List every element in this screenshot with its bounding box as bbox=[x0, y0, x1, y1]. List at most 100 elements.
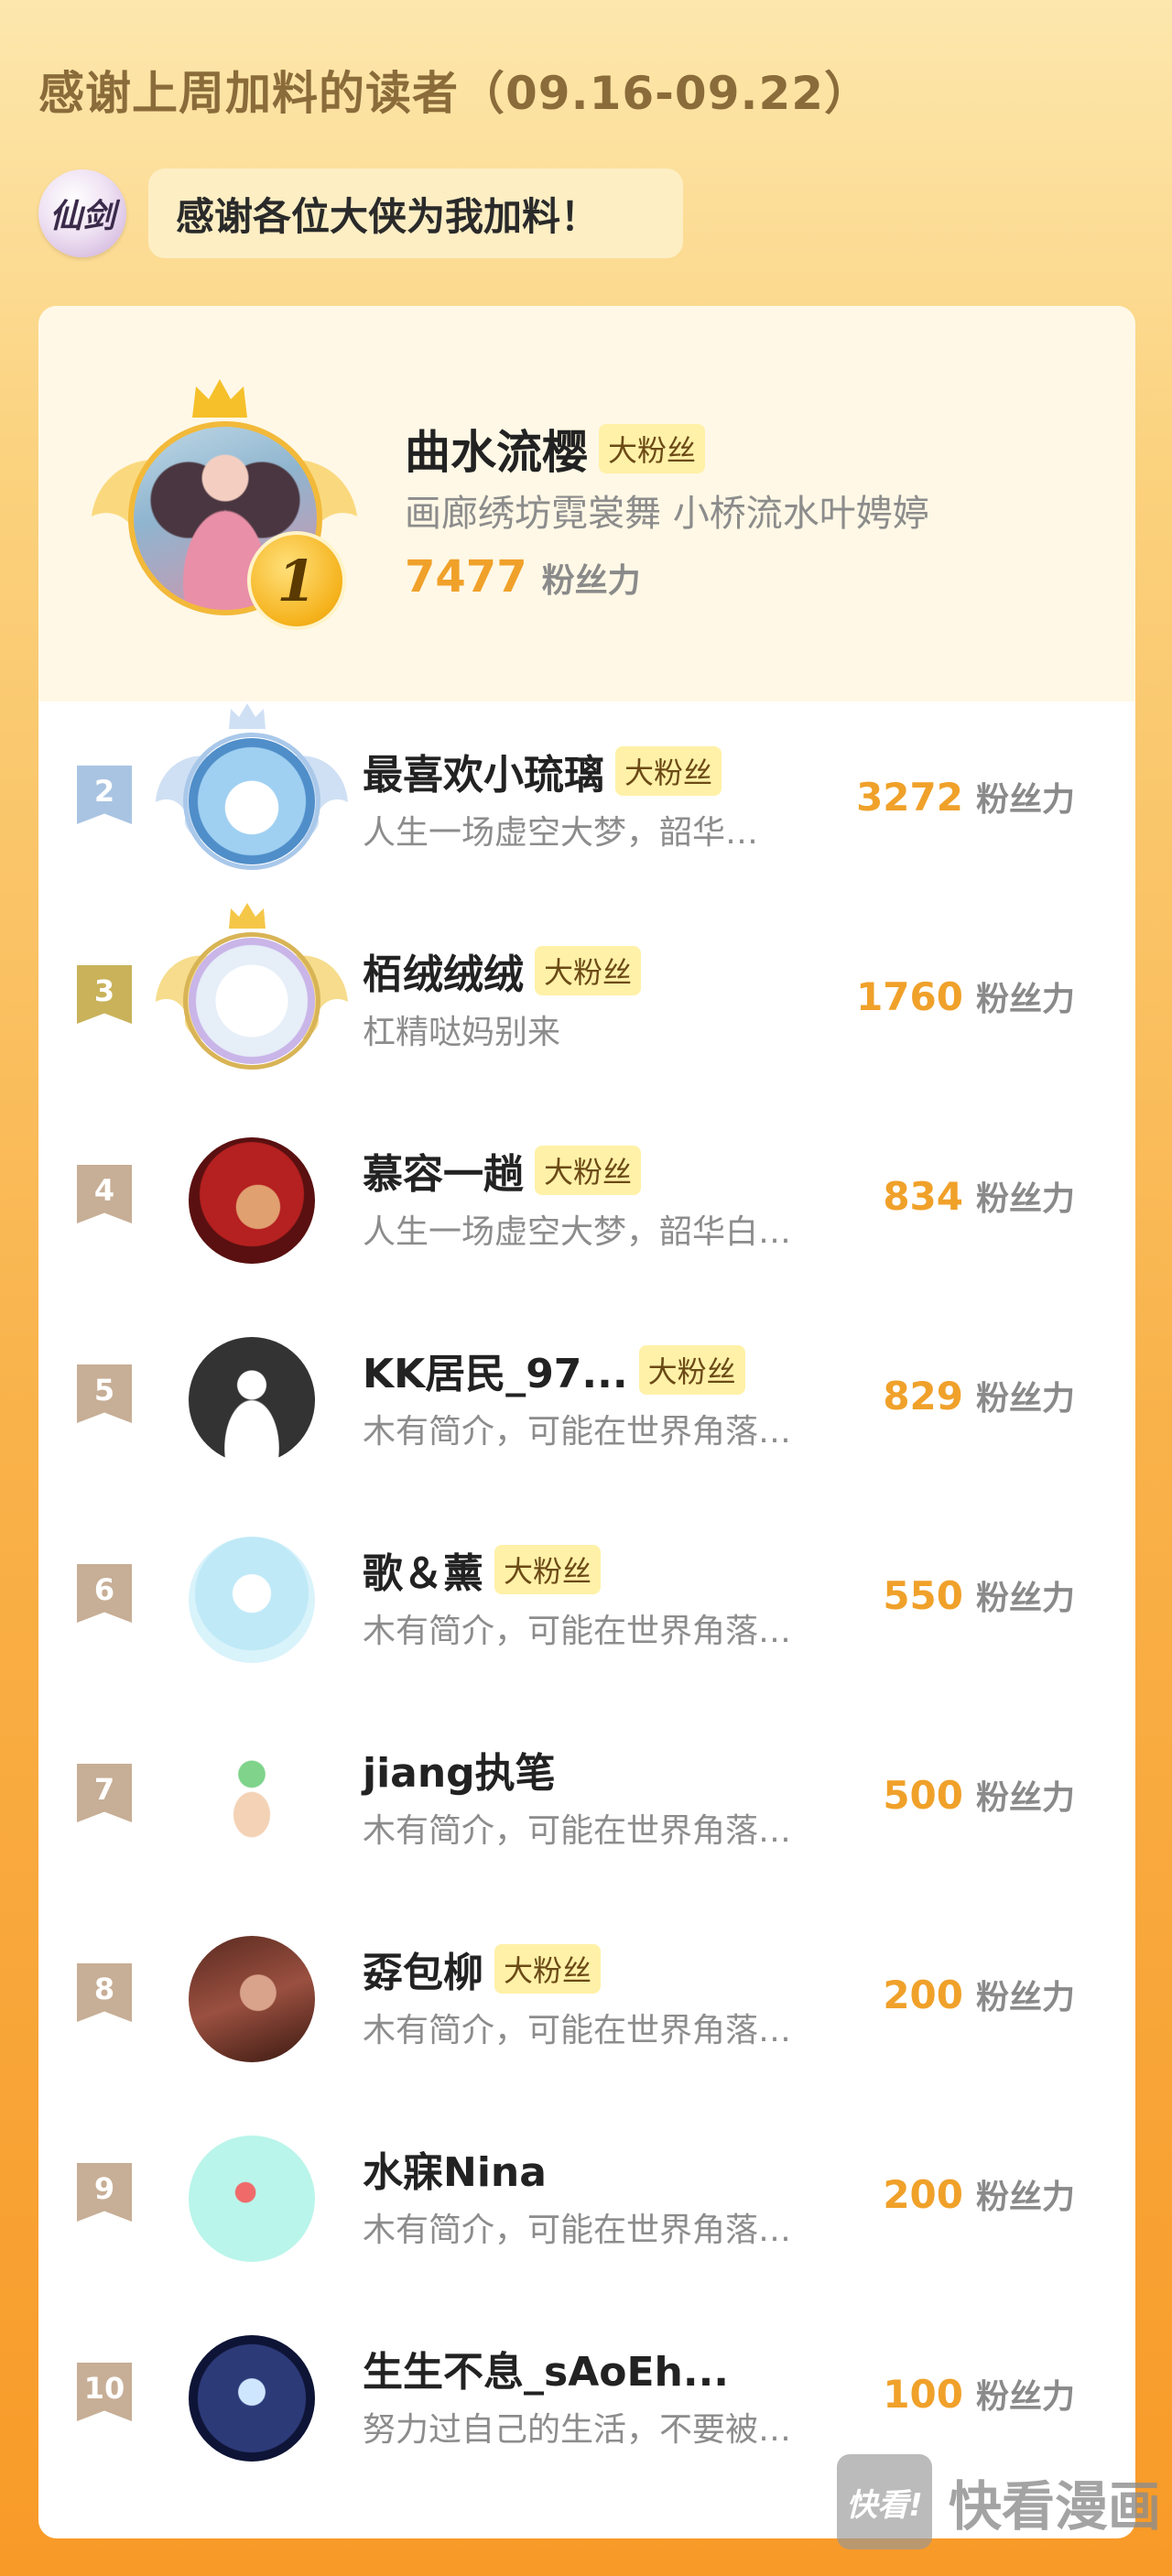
fan-name-line: KK居民_97... 大粉丝 bbox=[363, 1341, 745, 1399]
fan-name[interactable]: 歌＆薰 bbox=[363, 1540, 483, 1599]
score-unit: 粉丝力 bbox=[975, 981, 1075, 1018]
avatar[interactable] bbox=[189, 1337, 315, 1463]
watermark-logo: 快看! bbox=[837, 2454, 932, 2549]
score-unit: 粉丝力 bbox=[975, 1380, 1075, 1418]
host-avatar-logo: 仙剑 bbox=[49, 197, 115, 235]
fan-name[interactable]: 慕容一趟 bbox=[363, 1141, 524, 1200]
avatar[interactable] bbox=[189, 738, 315, 864]
fan-name[interactable]: KK居民_97... bbox=[363, 1341, 628, 1399]
fan-name-line: jiang执笔 bbox=[363, 1740, 556, 1799]
score-unit: 粉丝力 bbox=[975, 1979, 1075, 2016]
fan-score: 100 粉丝力 bbox=[883, 2370, 1075, 2418]
watermark-text: 快看漫画 bbox=[949, 2475, 1162, 2538]
fan-name[interactable]: 最喜欢小琉璃 bbox=[363, 742, 604, 800]
fan-bio: 木有简介，可能在世界角落… bbox=[363, 1413, 792, 1451]
rank-flag: 4 bbox=[77, 1165, 132, 1223]
crown-icon bbox=[229, 703, 266, 729]
avatar[interactable] bbox=[189, 1936, 315, 2062]
fan-name-line: 生生不息_sAoEh... bbox=[363, 2339, 729, 2397]
score-value: 829 bbox=[883, 1374, 963, 1418]
score-unit: 粉丝力 bbox=[975, 1580, 1075, 1617]
avatar[interactable] bbox=[189, 2136, 315, 2262]
fan-bio: 人生一场虚空大梦，韶华… bbox=[363, 814, 759, 852]
top-fan-section[interactable]: 1 曲水流樱 大粉丝 画廊绣坊霓裳舞 小桥流水叶娉婷 7477 粉丝力 bbox=[38, 306, 1135, 701]
rank-flag: 2 bbox=[77, 766, 132, 824]
ranking-card: 1 曲水流樱 大粉丝 画廊绣坊霓裳舞 小桥流水叶娉婷 7477 粉丝力 2 最喜欢… bbox=[38, 306, 1135, 2538]
fan-score: 500 粉丝力 bbox=[883, 1771, 1075, 1819]
fan-score: 200 粉丝力 bbox=[883, 2170, 1075, 2218]
rank-flag: 3 bbox=[77, 965, 132, 1024]
crown-icon bbox=[229, 903, 266, 929]
fan-tag: 大粉丝 bbox=[535, 1146, 642, 1195]
fan-bio: 画廊绣坊霓裳舞 小桥流水叶娉婷 bbox=[405, 493, 929, 535]
fan-tag: 大粉丝 bbox=[638, 1345, 745, 1395]
list-item[interactable]: 5 KK居民_97... 大粉丝木有简介，可能在世界角落… 829 粉丝力 bbox=[38, 1300, 1135, 1500]
list-item[interactable]: 6 歌＆薰 大粉丝 木有简介，可能在世界角落… 550 粉丝力 bbox=[38, 1500, 1135, 1700]
list-item[interactable]: 2 最喜欢小琉璃 大粉丝人生一场虚空大梦，韶华… 3272 粉丝力 bbox=[38, 701, 1135, 901]
fan-name-line: 歌＆薰 大粉丝 bbox=[363, 1540, 602, 1599]
fan-score: 834 粉丝力 bbox=[883, 1172, 1075, 1220]
score-value: 1760 bbox=[856, 974, 963, 1019]
fan-name[interactable]: jiang执笔 bbox=[363, 1740, 556, 1799]
score-value: 3272 bbox=[856, 775, 963, 820]
score-value: 200 bbox=[883, 2172, 963, 2217]
avatar[interactable] bbox=[189, 1736, 315, 1863]
fan-bio: 努力过自己的生活，不要被… bbox=[363, 2411, 792, 2449]
score-unit: 粉丝力 bbox=[975, 2378, 1075, 2416]
rank-flag: 8 bbox=[77, 1963, 132, 2022]
fan-bio: 杠精哒妈别来 bbox=[363, 1014, 561, 1051]
fan-name-line: 慕容一趟 大粉丝 bbox=[363, 1141, 642, 1200]
avatar[interactable] bbox=[189, 938, 315, 1064]
fan-bio: 木有简介，可能在世界角落… bbox=[363, 1812, 792, 1850]
fan-name-line: 栢绒绒绒 大粉丝 bbox=[363, 941, 642, 1000]
list-item[interactable]: 4 慕容一趟 大粉丝人生一场虚空大梦，韶华白… 834 粉丝力 bbox=[38, 1101, 1135, 1300]
fan-score: 1760 粉丝力 bbox=[856, 973, 1075, 1020]
fan-tag: 大粉丝 bbox=[535, 946, 642, 995]
rank-flag: 5 bbox=[77, 1364, 132, 1423]
rank-flag: 9 bbox=[77, 2163, 132, 2222]
list-item[interactable]: 7 jiang执笔木有简介，可能在世界角落… 500 粉丝力 bbox=[38, 1700, 1135, 1899]
fan-name[interactable]: 孬包柳 bbox=[363, 1940, 483, 1998]
fan-tag: 大粉丝 bbox=[494, 1545, 602, 1594]
avatar[interactable] bbox=[189, 1537, 315, 1663]
score-unit: 粉丝力 bbox=[541, 562, 641, 600]
rank-flag: 6 bbox=[77, 1564, 132, 1623]
score-unit: 粉丝力 bbox=[975, 781, 1075, 819]
fan-score: 3272 粉丝力 bbox=[856, 773, 1075, 821]
fan-bio: 人生一场虚空大梦，韶华白… bbox=[363, 1213, 792, 1251]
watermark: 快看! 快看漫画 bbox=[837, 2454, 1161, 2549]
fan-name[interactable]: 曲水流樱 bbox=[405, 416, 588, 482]
host-avatar[interactable]: 仙剑 bbox=[38, 169, 126, 257]
list-item[interactable]: 8 孬包柳 大粉丝木有简介，可能在世界角落… 200 粉丝力 bbox=[38, 1899, 1135, 2099]
rank-flag: 7 bbox=[77, 1764, 132, 1822]
rank-1-badge: 1 bbox=[247, 531, 346, 630]
fan-bio: 木有简介，可能在世界角落… bbox=[363, 2012, 792, 2049]
avatar[interactable] bbox=[189, 2335, 315, 2462]
fan-score: 829 粉丝力 bbox=[883, 1372, 1075, 1419]
score-value: 7477 bbox=[405, 551, 527, 603]
page-title: 感谢上周加料的读者（09.16-09.22） bbox=[38, 67, 872, 120]
fan-name[interactable]: 栢绒绒绒 bbox=[363, 941, 524, 1000]
fan-score: 550 粉丝力 bbox=[883, 1571, 1075, 1619]
fan-name[interactable]: 水寐Nina bbox=[363, 2139, 547, 2198]
fan-name-line: 最喜欢小琉璃 大粉丝 bbox=[363, 742, 722, 800]
speech-text: 感谢各位大侠为我加料！ bbox=[176, 193, 600, 239]
fan-name[interactable]: 生生不息_sAoEh... bbox=[363, 2339, 729, 2397]
score-value: 100 bbox=[883, 2372, 963, 2417]
score-value: 550 bbox=[883, 1573, 963, 1618]
fan-score: 7477 粉丝力 bbox=[405, 551, 641, 603]
score-value: 500 bbox=[883, 1773, 963, 1818]
score-unit: 粉丝力 bbox=[975, 1779, 1075, 1817]
fan-score: 200 粉丝力 bbox=[883, 1971, 1075, 2018]
score-value: 200 bbox=[883, 1973, 963, 2017]
list-item[interactable]: 9 水寐Nina 木有简介，可能在世界角落… 200 粉丝力 bbox=[38, 2099, 1135, 2299]
score-unit: 粉丝力 bbox=[975, 2179, 1075, 2216]
avatar[interactable] bbox=[189, 1137, 315, 1264]
fan-tag: 大粉丝 bbox=[494, 1944, 602, 1994]
fan-tag: 大粉丝 bbox=[615, 746, 722, 796]
crown-icon bbox=[192, 379, 247, 418]
fan-bio: 木有简介，可能在世界角落… bbox=[363, 2212, 792, 2249]
list-item[interactable]: 3 栢绒绒绒 大粉丝杠精哒妈别来 1760 粉丝力 bbox=[38, 901, 1135, 1101]
score-value: 834 bbox=[883, 1174, 963, 1219]
top-fan-name-line: 曲水流樱 大粉丝 bbox=[405, 416, 706, 482]
